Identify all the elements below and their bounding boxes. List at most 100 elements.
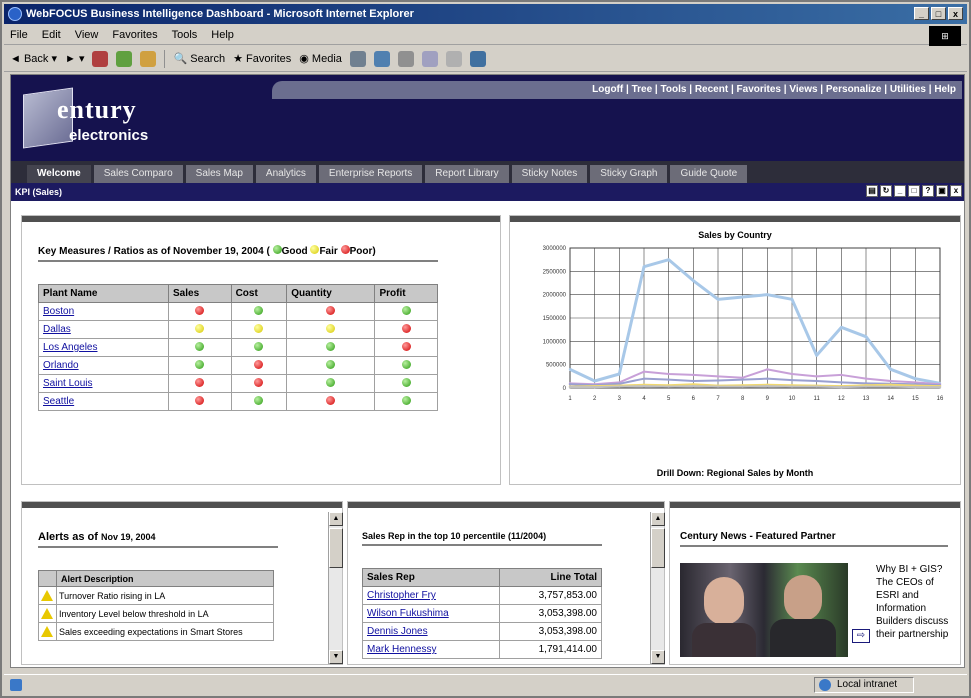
- red-status-icon: [195, 305, 205, 315]
- key-measures-table: Plant Name Sales Cost Quantity Profit Bo…: [38, 284, 438, 411]
- link-views[interactable]: Views: [789, 84, 817, 95]
- back-button[interactable]: ◄ Back ▾: [10, 52, 57, 65]
- tab-sticky-graph[interactable]: Sticky Graph: [590, 165, 668, 183]
- tab-report-library[interactable]: Report Library: [425, 165, 509, 183]
- plant-link[interactable]: Dallas: [43, 324, 71, 335]
- menu-tools[interactable]: Tools: [172, 29, 198, 41]
- minimize-icon[interactable]: _: [894, 185, 906, 197]
- rep-link[interactable]: Christopher Fry: [367, 590, 436, 601]
- status-cell: [374, 356, 438, 375]
- close-icon[interactable]: x: [950, 185, 962, 197]
- mail-icon[interactable]: [373, 50, 390, 67]
- home-icon[interactable]: [140, 50, 157, 67]
- link-help[interactable]: Help: [934, 84, 956, 95]
- menu-file[interactable]: File: [10, 29, 28, 41]
- video-icon[interactable]: ⇨: [852, 629, 870, 643]
- tab-analytics[interactable]: Analytics: [255, 165, 316, 183]
- table-row: Dallas: [38, 320, 438, 339]
- refresh-icon[interactable]: [116, 50, 133, 67]
- y-tick-label: 2500000: [543, 269, 567, 275]
- table-row: Mark Hennessy 1,791,414.00: [361, 640, 602, 659]
- data-point: [840, 385, 843, 389]
- data-point: [692, 279, 695, 282]
- data-point: [889, 385, 892, 388]
- scroll-down-icon[interactable]: ▼: [651, 650, 665, 664]
- scroll-up-icon[interactable]: ▲: [651, 512, 665, 526]
- table-row: Christopher Fry 3,757,853.00: [361, 586, 602, 605]
- plant-link[interactable]: Los Angeles: [43, 342, 98, 353]
- plant-name-cell: Boston: [38, 302, 169, 321]
- rep-link[interactable]: Wilson Fukushima: [367, 608, 449, 619]
- kpi-bar: KPI (Sales) ▤ ↻ _ □ ? ▣ x: [11, 183, 964, 201]
- status-cell: [230, 374, 288, 393]
- refresh-icon[interactable]: ↻: [880, 185, 892, 197]
- x-tick-label: 5: [667, 396, 671, 402]
- menu-favorites[interactable]: Favorites: [112, 29, 157, 41]
- discuss-icon[interactable]: [445, 50, 462, 67]
- menu-help[interactable]: Help: [211, 29, 234, 41]
- sales-line-chart[interactable]: Sales by Country1 2 3 4 5 6 7 8 9 10 11 12 13 14 15 160…: [510, 222, 960, 484]
- tab-sales-comparo[interactable]: Sales Comparo: [93, 165, 183, 183]
- tab-sticky-notes[interactable]: Sticky Notes: [511, 165, 588, 183]
- title-bar: WebFOCUS Business Intelligence Dashboard…: [4, 4, 967, 24]
- data-point: [568, 385, 572, 389]
- print-icon[interactable]: [397, 50, 414, 67]
- plant-link[interactable]: Saint Louis: [43, 378, 92, 389]
- plant-link[interactable]: Boston: [43, 306, 74, 317]
- rep-link[interactable]: Dennis Jones: [367, 626, 428, 637]
- link-personalize[interactable]: Personalize: [826, 84, 882, 95]
- scroll-thumb[interactable]: [651, 528, 665, 568]
- tab-enterprise-reports[interactable]: Enterprise Reports: [318, 165, 423, 183]
- help-icon[interactable]: ?: [922, 185, 934, 197]
- link-logoff[interactable]: Logoff: [592, 84, 623, 95]
- favorites-button[interactable]: ★ Favorites: [233, 52, 291, 65]
- tab-sales-map[interactable]: Sales Map: [185, 165, 253, 183]
- data-point: [790, 298, 794, 301]
- sales-reps-scrollbar[interactable]: ▲ ▼: [650, 512, 665, 664]
- alerts-scrollbar[interactable]: ▲ ▼: [328, 512, 343, 664]
- maximize-button[interactable]: □: [931, 7, 946, 20]
- link-tools[interactable]: Tools: [661, 84, 687, 95]
- table-row[interactable]: Inventory Level below threshold in LA: [38, 604, 274, 623]
- restore-icon[interactable]: □: [908, 185, 920, 197]
- link-utilities[interactable]: Utilities: [890, 84, 926, 95]
- scroll-up-icon[interactable]: ▲: [329, 512, 343, 526]
- close-button[interactable]: x: [948, 7, 963, 20]
- link-recent[interactable]: Recent: [695, 84, 728, 95]
- col-profit: Profit: [374, 284, 438, 303]
- media-button[interactable]: ◉ Media: [299, 52, 342, 65]
- menu-edit[interactable]: Edit: [42, 29, 61, 41]
- table-row: Wilson Fukushima 3,053,398.00: [361, 604, 602, 623]
- minimize-button[interactable]: _: [914, 7, 929, 20]
- table-row[interactable]: Turnover Ratio rising in LA: [38, 586, 274, 605]
- news-text[interactable]: Why BI + GIS? The CEOs of ESRI and Infor…: [876, 563, 956, 641]
- edit-icon[interactable]: [421, 50, 438, 67]
- search-button[interactable]: 🔍 Search: [173, 52, 225, 65]
- plant-link[interactable]: Orlando: [43, 360, 79, 371]
- data-point: [716, 298, 720, 301]
- plant-link[interactable]: Seattle: [43, 396, 74, 407]
- forward-button[interactable]: ► ▾: [65, 52, 84, 65]
- menu-view[interactable]: View: [75, 29, 99, 41]
- x-tick-label: 4: [642, 396, 646, 402]
- stop-icon[interactable]: [92, 50, 109, 67]
- table-row: Dennis Jones 3,053,398.00: [361, 622, 602, 641]
- print-icon[interactable]: ▤: [866, 185, 878, 197]
- link-tree[interactable]: Tree: [632, 84, 653, 95]
- scroll-thumb[interactable]: [329, 528, 343, 568]
- table-row: Orlando: [38, 356, 438, 375]
- tab-guide-quote[interactable]: Guide Quote: [670, 165, 748, 183]
- maximize-icon[interactable]: ▣: [936, 185, 948, 197]
- series-line: [570, 385, 940, 389]
- alerts-panel: Alerts as of Nov 19, 2004 Alert Descript…: [21, 501, 343, 665]
- rep-link[interactable]: Mark Hennessy: [367, 644, 436, 655]
- scroll-down-icon[interactable]: ▼: [329, 650, 343, 664]
- table-row[interactable]: Sales exceeding expectations in Smart St…: [38, 622, 274, 641]
- x-tick-label: 2: [593, 396, 597, 402]
- tab-welcome[interactable]: Welcome: [27, 165, 91, 183]
- messenger-icon[interactable]: [469, 50, 486, 67]
- history-icon[interactable]: [349, 50, 366, 67]
- link-favorites[interactable]: Favorites: [737, 84, 781, 95]
- data-point: [889, 368, 892, 371]
- status-bar: Local intranet: [4, 674, 967, 694]
